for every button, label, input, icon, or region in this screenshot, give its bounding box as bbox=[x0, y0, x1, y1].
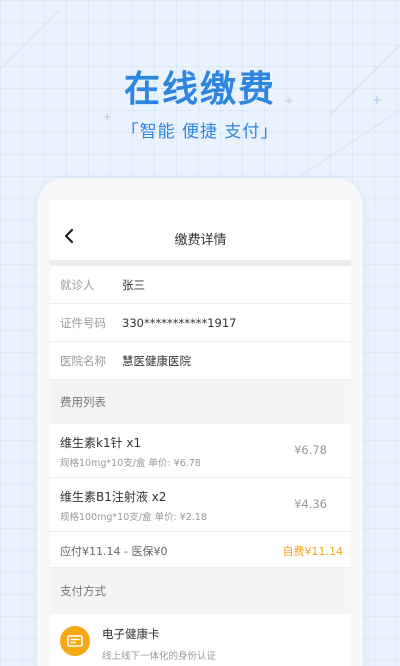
nav-bar: 缴费详情 bbox=[50, 200, 351, 260]
self-pay-amount: ¥11.14 bbox=[304, 545, 344, 558]
info-value: 张三 bbox=[122, 277, 145, 292]
fee-price: ¥6.78 bbox=[294, 443, 327, 457]
app-screen: 缴费详情 就诊人 张三 证件号码 330***********1917 医院名称… bbox=[50, 200, 351, 666]
id-number-row: 证件号码 330***********1917 bbox=[50, 304, 351, 342]
card-icon bbox=[60, 626, 90, 656]
fee-item[interactable]: 维生素k1针 x1 规格10mg*10支/盒 单价: ¥6.78 ¥6.78 bbox=[50, 424, 351, 478]
payment-method-header: 支付方式 bbox=[50, 568, 351, 614]
fee-spec: 规格100mg*10支/盒 单价: ¥2.18 bbox=[60, 512, 207, 523]
info-label: 就诊人 bbox=[60, 277, 95, 292]
info-label: 医院名称 bbox=[60, 353, 106, 368]
fee-item[interactable]: 维生素B1注射液 x2 规格100mg*10支/盒 单价: ¥2.18 ¥4.3… bbox=[50, 478, 351, 532]
hero-subtitle: 「智能 便捷 支付」 bbox=[121, 122, 279, 142]
info-value: 慧医健康医院 bbox=[122, 353, 191, 368]
fee-list-header: 费用列表 bbox=[50, 380, 351, 424]
payment-method-desc: 线上线下一体化的身份认证 bbox=[102, 651, 217, 662]
fee-summary: 应付¥11.14 - 医保¥0 自费¥11.14 bbox=[50, 532, 351, 568]
info-label: 证件号码 bbox=[60, 315, 106, 330]
payment-option-health-card[interactable]: 电子健康卡 线上线下一体化的身份认证 bbox=[50, 614, 351, 666]
page-title: 缴费详情 bbox=[174, 232, 227, 248]
hero-title: 在线缴费 bbox=[123, 69, 276, 110]
self-pay-label: 自费 bbox=[282, 545, 305, 558]
fee-name: 维生素B1注射液 x2 bbox=[60, 490, 167, 504]
fee-price: ¥4.36 bbox=[294, 497, 327, 511]
info-value: 330***********1917 bbox=[122, 315, 237, 330]
self-pay-total: 自费¥11.14 bbox=[283, 543, 344, 559]
fee-spec: 规格10mg*10支/盒 单价: ¥6.78 bbox=[60, 458, 201, 469]
payable-summary: 应付¥11.14 - 医保¥0 bbox=[60, 545, 168, 558]
patient-row: 就诊人 张三 bbox=[50, 266, 351, 304]
payment-method-name: 电子健康卡 bbox=[102, 627, 160, 641]
hospital-row: 医院名称 慧医健康医院 bbox=[50, 342, 351, 380]
chevron-left-icon[interactable] bbox=[62, 228, 76, 244]
fee-name: 维生素k1针 x1 bbox=[60, 436, 142, 450]
